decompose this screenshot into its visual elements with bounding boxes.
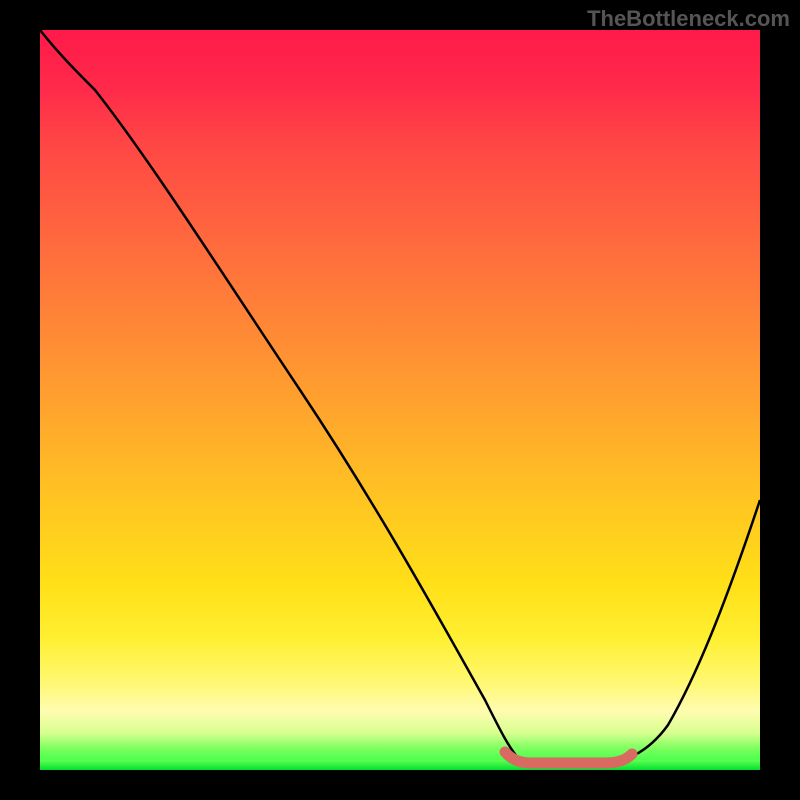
minimum-marker [505,752,632,763]
bottleneck-curve [40,30,760,763]
chart-curve-svg [40,30,760,770]
watermark-text: TheBottleneck.com [587,6,790,32]
chart-plot-area [40,30,760,770]
